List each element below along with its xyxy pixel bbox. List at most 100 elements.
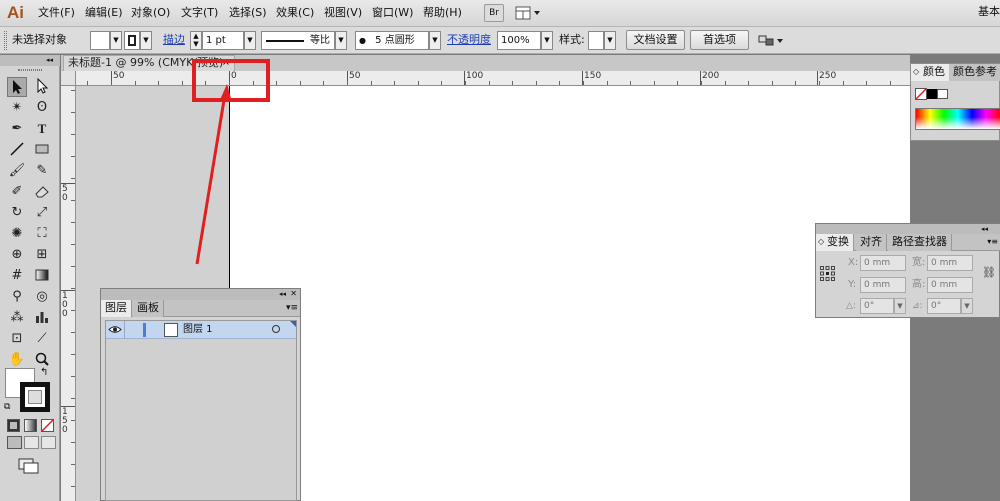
draw-normal-icon[interactable]: [7, 436, 22, 449]
ruler-origin-corner[interactable]: [61, 71, 76, 86]
align-tab[interactable]: 对齐: [856, 234, 887, 251]
panel-menu-icon[interactable]: ▾≡: [286, 302, 298, 314]
warp-tool-icon[interactable]: ✺: [7, 224, 27, 244]
free-transform-tool-icon[interactable]: ⛶: [32, 224, 52, 244]
blob-brush-tool-icon[interactable]: ✐: [7, 182, 27, 202]
layers-panel-titlebar[interactable]: ◂◂ ✕: [101, 289, 300, 300]
height-input[interactable]: 0 mm: [927, 277, 973, 293]
preferences-button[interactable]: 首选项: [690, 30, 749, 50]
rotate-dropdown-icon[interactable]: ▼: [894, 298, 906, 314]
pathfinder-tab[interactable]: 路径查找器: [888, 234, 952, 251]
x-input[interactable]: 0 mm: [860, 255, 906, 271]
width-input[interactable]: 0 mm: [927, 255, 973, 271]
shape-builder-tool-icon[interactable]: ⊕: [7, 245, 27, 265]
default-fill-stroke-icon[interactable]: ⧉: [4, 401, 16, 413]
panel-menu-icon[interactable]: ▾≡: [987, 236, 998, 248]
workspace-switcher[interactable]: 基本: [978, 4, 1000, 20]
opacity-input[interactable]: 100%: [497, 31, 541, 50]
type-tool-icon[interactable]: T: [32, 119, 52, 139]
layers-tab[interactable]: 图层: [101, 300, 132, 317]
draw-behind-icon[interactable]: [24, 436, 39, 449]
line-segment-tool-icon[interactable]: [7, 140, 27, 160]
graphic-style-swatch[interactable]: [588, 31, 604, 50]
transform-tab[interactable]: ◇ 变换: [816, 234, 854, 251]
menu-effect[interactable]: 效果(C): [276, 5, 314, 21]
pen-tool-icon[interactable]: ✒: [7, 119, 27, 139]
profile-dropdown-icon[interactable]: ▼: [335, 31, 347, 50]
menu-select[interactable]: 选择(S): [229, 5, 267, 21]
magic-wand-tool-icon[interactable]: ✴: [7, 98, 27, 118]
panel-collapse-icon[interactable]: ◂◂: [981, 224, 988, 234]
stroke-weight-stepper[interactable]: ▲ ▼: [190, 31, 202, 50]
menu-help[interactable]: 帮助(H): [423, 5, 462, 21]
transform-panel-titlebar[interactable]: ◂◂: [816, 224, 1000, 234]
color-guide-tab[interactable]: 颜色参考: [949, 64, 1000, 81]
fill-swatch[interactable]: [90, 31, 110, 50]
swap-fill-stroke-icon[interactable]: ↰: [40, 367, 52, 379]
pencil-tool-icon[interactable]: ✎: [32, 161, 52, 181]
panel-collapse-icon[interactable]: ◇: [913, 64, 919, 80]
stroke-weight-dropdown-icon[interactable]: ▼: [244, 31, 256, 50]
y-input[interactable]: 0 mm: [860, 277, 906, 293]
opacity-dropdown-icon[interactable]: ▼: [541, 31, 553, 50]
color-mode-icon[interactable]: [7, 419, 20, 432]
stroke-swatch[interactable]: [124, 31, 140, 50]
gradient-tool-icon[interactable]: [32, 266, 52, 286]
brush-dropdown-icon[interactable]: ▼: [429, 31, 441, 50]
constrain-proportions-icon[interactable]: ⛓: [982, 266, 996, 280]
gradient-mode-icon[interactable]: [24, 419, 37, 432]
stroke-weight-input[interactable]: 1 pt: [202, 31, 244, 50]
stroke-panel-link[interactable]: 描边: [163, 33, 185, 47]
rectangle-tool-icon[interactable]: [32, 140, 52, 160]
menu-file[interactable]: 文件(F): [38, 5, 75, 21]
color-spectrum-bar[interactable]: [915, 108, 1000, 130]
artboard-tool-icon[interactable]: ⊡: [7, 329, 27, 349]
eyedropper-tool-icon[interactable]: ⚲: [7, 287, 27, 307]
target-circle-icon[interactable]: [272, 325, 280, 333]
document-setup-button[interactable]: 文档设置: [626, 30, 685, 50]
none-mode-icon[interactable]: [41, 419, 54, 432]
layer-row[interactable]: 图层 1: [106, 321, 296, 339]
panel-collapse-icon[interactable]: ◇: [818, 234, 824, 250]
variable-width-profile[interactable]: 等比: [261, 31, 335, 50]
perspective-grid-tool-icon[interactable]: ⊞: [32, 245, 52, 265]
color-tab[interactable]: ◇ 颜色: [911, 64, 950, 81]
stroke-dropdown-icon[interactable]: ▼: [140, 31, 152, 50]
draw-inside-icon[interactable]: [41, 436, 56, 449]
brush-definition[interactable]: ● 5 点圆形: [355, 31, 429, 50]
shear-input[interactable]: 0°: [927, 298, 961, 314]
opacity-panel-link[interactable]: 不透明度: [447, 33, 491, 47]
stroke-color-swatch[interactable]: [20, 382, 50, 412]
column-graph-tool-icon[interactable]: [32, 308, 52, 328]
color-swatches[interactable]: [915, 88, 949, 100]
menu-edit[interactable]: 编辑(E): [85, 5, 123, 21]
slice-tool-icon[interactable]: ⟋: [32, 329, 52, 349]
paintbrush-tool-icon[interactable]: 🖌: [7, 161, 27, 181]
mesh-tool-icon[interactable]: #: [7, 266, 27, 286]
direct-selection-tool-icon[interactable]: [32, 77, 52, 97]
selection-tool-icon[interactable]: [7, 77, 27, 97]
shear-dropdown-icon[interactable]: ▼: [961, 298, 973, 314]
menu-view[interactable]: 视图(V): [324, 5, 362, 21]
blend-tool-icon[interactable]: ◎: [32, 287, 52, 307]
fill-dropdown-icon[interactable]: ▼: [110, 31, 122, 50]
tools-grip[interactable]: [18, 69, 42, 71]
panel-close-icon[interactable]: ✕: [290, 289, 297, 299]
rotate-input[interactable]: 0°: [860, 298, 894, 314]
align-options-icon[interactable]: [757, 32, 785, 49]
symbol-sprayer-tool-icon[interactable]: ⁂: [7, 308, 27, 328]
menu-type[interactable]: 文字(T): [181, 5, 218, 21]
eye-icon[interactable]: [108, 322, 122, 337]
bridge-button[interactable]: Br: [484, 4, 504, 22]
lasso-tool-icon[interactable]: ʘ: [32, 98, 52, 118]
reference-point-icon[interactable]: [820, 266, 835, 281]
tools-panel-header[interactable]: ◂◂: [0, 55, 60, 66]
vertical-ruler[interactable]: 5 0 1 0 0 1 5 0: [61, 86, 76, 501]
menu-object[interactable]: 对象(O): [131, 5, 170, 21]
rotate-tool-icon[interactable]: ↻: [7, 203, 27, 223]
scale-tool-icon[interactable]: ⤢: [32, 203, 52, 223]
eraser-tool-icon[interactable]: [32, 182, 52, 202]
grip-handle[interactable]: [4, 31, 7, 50]
panel-collapse-icon[interactable]: ◂◂: [279, 289, 286, 299]
screen-mode-icon[interactable]: [18, 458, 40, 474]
